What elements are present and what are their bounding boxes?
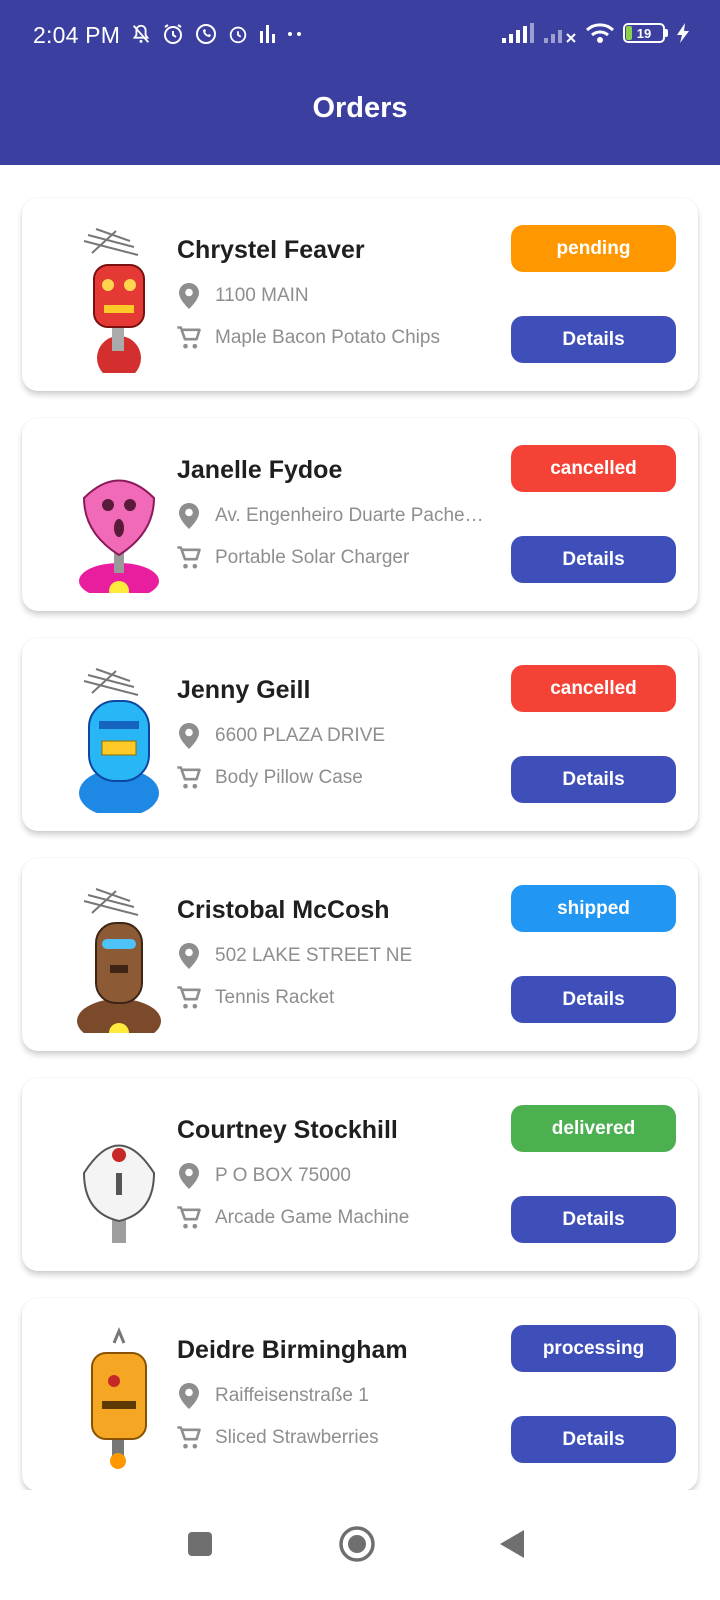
robot-avatar [44, 663, 194, 817]
status-badge: pending [511, 225, 676, 272]
address-text: P O BOX 75000 [215, 1165, 351, 1186]
item-text: Maple Bacon Potato Chips [215, 327, 440, 348]
item-row: Maple Bacon Potato Chips [175, 324, 440, 352]
address-row: Raiffeisenstraße 1 [175, 1382, 369, 1410]
system-navigation-bar [0, 1490, 720, 1600]
status-notification-icons [130, 22, 305, 46]
robot-avatar [44, 1103, 194, 1253]
customer-name: Chrystel Feaver [177, 236, 365, 264]
shopping-cart-icon [175, 1424, 203, 1452]
circle-home-icon [339, 1526, 375, 1562]
more-dots-icon [288, 32, 301, 36]
customer-name: Janelle Fydoe [177, 456, 343, 484]
equalizer-icon [260, 25, 275, 43]
order-card: Deidre Birmingham Raiffeisenstraße 1 Slice… [22, 1298, 698, 1491]
details-button[interactable]: Details [511, 316, 676, 363]
shopping-cart-icon [175, 544, 203, 572]
recent-apps-button[interactable] [178, 1522, 222, 1566]
signal-icon [502, 23, 534, 43]
order-card: Courtney Stockhill P O BOX 75000 Arcade Ga… [22, 1078, 698, 1271]
location-pin-icon [175, 1382, 203, 1410]
address-row: 6600 PLAZA DRIVE [175, 722, 385, 750]
item-row: Sliced Strawberries [175, 1424, 379, 1452]
address-text: 6600 PLAZA DRIVE [215, 725, 386, 746]
square-icon [188, 1532, 212, 1556]
address-row: P O BOX 75000 [175, 1162, 351, 1190]
robot-avatar [44, 1323, 194, 1473]
status-badge: processing [511, 1325, 676, 1372]
shopping-cart-icon [175, 324, 203, 352]
item-text: Body Pillow Case [215, 767, 363, 788]
wifi-icon [585, 23, 615, 43]
page-title: Orders [312, 92, 408, 124]
charging-bolt-icon [677, 23, 689, 43]
address-text: 502 LAKE STREET NE [215, 945, 413, 966]
status-system-icons: 19 [501, 22, 690, 44]
item-row: Tennis Racket [175, 984, 334, 1012]
item-row: Arcade Game Machine [175, 1204, 409, 1232]
details-button[interactable]: Details [511, 536, 676, 583]
status-badge: cancelled [511, 665, 676, 712]
whatsapp-icon [196, 24, 216, 44]
customer-name: Jenny Geill [177, 676, 311, 704]
address-row: 502 LAKE STREET NE [175, 942, 412, 970]
back-button[interactable] [490, 1522, 534, 1566]
shopping-cart-icon [175, 1204, 203, 1232]
address-row: Av. Engenheiro Duarte Pache… [175, 502, 484, 530]
order-list[interactable]: Chrystel Feaver 1100 MAIN Maple Bacon Pota… [22, 198, 698, 1491]
location-pin-icon [175, 722, 203, 750]
bell-off-icon [132, 24, 150, 43]
order-card: Cristobal McCosh 502 LAKE STREET NE Tennis… [22, 858, 698, 1051]
customer-name: Cristobal McCosh [177, 896, 390, 924]
order-card: Jenny Geill 6600 PLAZA DRIVE Body Pillow C… [22, 638, 698, 831]
location-pin-icon [175, 1162, 203, 1190]
status-time: 2:04 PM [33, 22, 121, 48]
details-button[interactable]: Details [511, 756, 676, 803]
robot-avatar [44, 223, 194, 380]
app-bar: 2:04 PM 19 Orders [0, 0, 720, 165]
item-text: Arcade Game Machine [215, 1207, 410, 1228]
address-text: Av. Engenheiro Duarte Pache… [215, 505, 484, 526]
order-card: Janelle Fydoe Av. Engenheiro Duarte Pache… [22, 418, 698, 611]
details-button[interactable]: Details [511, 976, 676, 1023]
alarm-icon-2 [229, 26, 247, 44]
shopping-cart-icon [175, 764, 203, 792]
location-pin-icon [175, 282, 203, 310]
alarm-icon [164, 24, 182, 44]
robot-avatar [44, 443, 194, 601]
robot-avatar [44, 883, 194, 1043]
item-row: Body Pillow Case [175, 764, 363, 792]
home-button[interactable] [335, 1522, 379, 1566]
battery-icon: 19 [623, 23, 668, 43]
battery-level: 19 [636, 25, 652, 41]
address-text: Raiffeisenstraße 1 [215, 1385, 369, 1406]
address-row: 1100 MAIN [175, 282, 309, 310]
details-button[interactable]: Details [511, 1416, 676, 1463]
status-badge: shipped [511, 885, 676, 932]
details-button[interactable]: Details [511, 1196, 676, 1243]
status-bar: 2:04 PM 19 [0, 0, 720, 70]
signal-no-service-icon [544, 30, 576, 43]
address-text: 1100 MAIN [215, 285, 309, 306]
item-text: Tennis Racket [215, 987, 335, 1008]
customer-name: Courtney Stockhill [177, 1116, 398, 1144]
status-badge: cancelled [511, 445, 676, 492]
item-text: Sliced Strawberries [215, 1427, 379, 1448]
item-text: Portable Solar Charger [215, 547, 410, 568]
location-pin-icon [175, 502, 203, 530]
location-pin-icon [175, 942, 203, 970]
customer-name: Deidre Birmingham [177, 1336, 408, 1364]
item-row: Portable Solar Charger [175, 544, 409, 572]
order-card: Chrystel Feaver 1100 MAIN Maple Bacon Pota… [22, 198, 698, 391]
back-triangle-icon [500, 1530, 524, 1558]
status-badge: delivered [511, 1105, 676, 1152]
shopping-cart-icon [175, 984, 203, 1012]
